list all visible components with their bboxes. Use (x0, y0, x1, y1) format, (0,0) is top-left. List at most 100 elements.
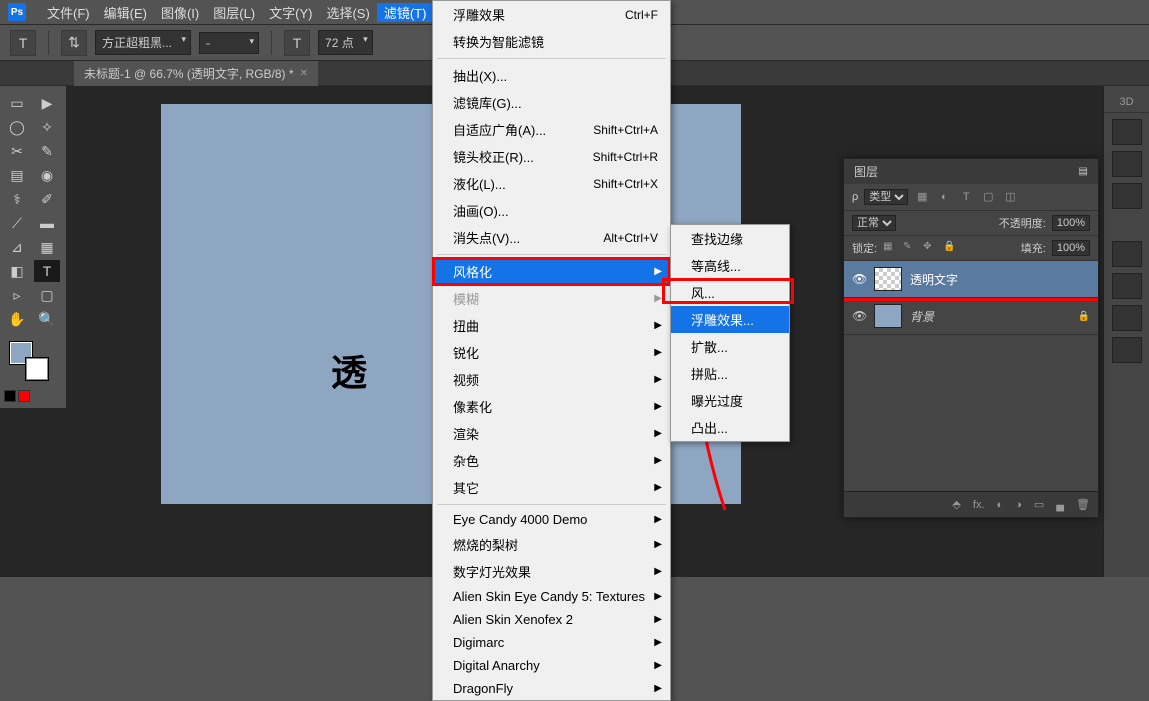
tool-8[interactable]: ⚕ (4, 188, 30, 210)
tool-4[interactable]: ✂ (4, 140, 30, 162)
submenu-item[interactable]: 凸出... (671, 414, 789, 441)
tool-7[interactable]: ◉ (34, 164, 60, 186)
submenu-item[interactable]: 拼贴... (671, 360, 789, 387)
menu-5[interactable]: 选择(S) (319, 3, 376, 22)
menu-item[interactable]: DragonFly▶ (433, 677, 670, 700)
mask-icon[interactable]: ◐ (997, 499, 1004, 511)
panel-icon[interactable] (1112, 183, 1142, 209)
menu-3[interactable]: 图层(L) (206, 3, 262, 22)
menu-item[interactable]: 液化(L)...Shift+Ctrl+X (433, 170, 670, 197)
adjustment-icon[interactable]: ◑ (1015, 499, 1022, 511)
lock-all-icon[interactable]: 🔒 (943, 241, 957, 255)
layer-thumbnail[interactable] (874, 267, 902, 291)
tool-17[interactable]: ▢ (34, 284, 60, 306)
menu-item[interactable]: Alien Skin Xenofex 2▶ (433, 608, 670, 631)
blend-mode-select[interactable]: 正常 (852, 215, 896, 231)
filter-pixel-icon[interactable]: ▦ (914, 189, 930, 205)
quick-mask-icon[interactable] (4, 390, 62, 402)
layer-kind-select[interactable]: 类型 (864, 189, 908, 205)
lock-paint-icon[interactable]: ✎ (903, 241, 917, 255)
font-size-select[interactable]: 72 点 (318, 30, 373, 55)
tool-0[interactable]: ▭ (4, 92, 30, 114)
filter-type-icon[interactable]: T (958, 189, 974, 205)
fill-value[interactable]: 100% (1052, 240, 1090, 256)
layer-item[interactable]: 👁透明文字 (844, 261, 1098, 298)
tool-9[interactable]: ✐ (34, 188, 60, 210)
filter-smart-icon[interactable]: ◫ (1002, 189, 1018, 205)
visibility-icon[interactable]: 👁 (852, 309, 866, 323)
orientation-icon[interactable]: ⇅ (61, 30, 87, 56)
tool-16[interactable]: ▹ (4, 284, 30, 306)
menu-item[interactable]: Digimarc▶ (433, 631, 670, 654)
menu-6[interactable]: 滤镜(T) (377, 3, 434, 22)
menu-item[interactable]: 抽出(X)... (433, 62, 670, 89)
submenu-item[interactable]: 查找边缘 (671, 225, 789, 252)
tool-3[interactable]: ✧ (34, 116, 60, 138)
menu-item[interactable]: 视频▶ (433, 366, 670, 393)
filter-shape-icon[interactable]: ▢ (980, 189, 996, 205)
panel-icon[interactable] (1112, 151, 1142, 177)
menu-item[interactable]: 风格化▶ (433, 258, 670, 285)
menu-2[interactable]: 图像(I) (154, 3, 206, 22)
menu-item[interactable]: 渲染▶ (433, 420, 670, 447)
menu-item[interactable]: 镜头校正(R)...Shift+Ctrl+R (433, 143, 670, 170)
menu-item[interactable]: Eye Candy 4000 Demo▶ (433, 508, 670, 531)
menu-item[interactable]: 燃烧的梨树▶ (433, 531, 670, 558)
menu-item[interactable]: 锐化▶ (433, 339, 670, 366)
submenu-item[interactable]: 风... (671, 279, 789, 306)
submenu-item[interactable]: 浮雕效果... (671, 306, 789, 333)
menu-item[interactable]: 扭曲▶ (433, 312, 670, 339)
menu-item[interactable]: 像素化▶ (433, 393, 670, 420)
menu-item[interactable]: Digital Anarchy▶ (433, 654, 670, 677)
opacity-value[interactable]: 100% (1052, 215, 1090, 231)
lock-position-icon[interactable]: ✥ (923, 241, 937, 255)
filter-adjust-icon[interactable]: ◐ (936, 189, 952, 205)
menu-item[interactable]: 浮雕效果Ctrl+F (433, 1, 670, 28)
panel-icon[interactable] (1112, 273, 1142, 299)
delete-layer-icon[interactable]: 🗑 (1076, 498, 1090, 511)
panel-icon[interactable] (1112, 337, 1142, 363)
new-layer-icon[interactable]: ▄ (1056, 499, 1064, 511)
tool-5[interactable]: ✎ (34, 140, 60, 162)
tab-3d[interactable]: 3D (1104, 92, 1149, 113)
menu-item[interactable]: 转换为智能滤镜 (433, 28, 670, 55)
tool-2[interactable]: ◯ (4, 116, 30, 138)
tool-12[interactable]: ⊿ (4, 236, 30, 258)
tool-11[interactable]: ▬ (34, 212, 60, 234)
lock-transparency-icon[interactable]: ▦ (883, 241, 897, 255)
menu-1[interactable]: 编辑(E) (97, 3, 154, 22)
menu-item[interactable]: 其它▶ (433, 474, 670, 501)
group-icon[interactable]: ▭ (1034, 498, 1044, 511)
font-family-select[interactable]: 方正超粗黑... (95, 30, 191, 55)
menu-item[interactable]: 杂色▶ (433, 447, 670, 474)
tool-preset-icon[interactable]: T (10, 30, 36, 56)
menu-item[interactable]: 油画(O)... (433, 197, 670, 224)
link-layers-icon[interactable]: ⬘ (952, 498, 960, 511)
menu-0[interactable]: 文件(F) (40, 3, 97, 22)
tool-6[interactable]: ▤ (4, 164, 30, 186)
submenu-item[interactable]: 等高线... (671, 252, 789, 279)
tool-15[interactable]: T (34, 260, 60, 282)
font-style-select[interactable]: - (199, 32, 259, 54)
document-tab[interactable]: 未标题-1 @ 66.7% (透明文字, RGB/8) * ✕ (74, 61, 318, 86)
panel-icon[interactable] (1112, 241, 1142, 267)
panel-menu-icon[interactable]: ▤ (1079, 166, 1088, 177)
close-tab-icon[interactable]: ✕ (300, 68, 308, 79)
menu-item[interactable]: 消失点(V)...Alt+Ctrl+V (433, 224, 670, 251)
menu-item[interactable]: 自适应广角(A)...Shift+Ctrl+A (433, 116, 670, 143)
tool-1[interactable]: ▶ (34, 92, 60, 114)
menu-item[interactable]: Alien Skin Eye Candy 5: Textures▶ (433, 585, 670, 608)
panel-icon[interactable] (1112, 305, 1142, 331)
submenu-item[interactable]: 扩散... (671, 333, 789, 360)
layer-item[interactable]: 👁背景🔒 (844, 298, 1098, 335)
menu-item[interactable]: 数字灯光效果▶ (433, 558, 670, 585)
tool-10[interactable]: ⟋ (4, 212, 30, 234)
submenu-item[interactable]: 曝光过度 (671, 387, 789, 414)
layer-thumbnail[interactable] (874, 304, 902, 328)
tool-13[interactable]: ▦ (34, 236, 60, 258)
tool-14[interactable]: ◧ (4, 260, 30, 282)
background-swatch[interactable] (26, 358, 48, 380)
panel-icon[interactable] (1112, 119, 1142, 145)
menu-4[interactable]: 文字(Y) (262, 3, 319, 22)
menu-item[interactable]: 滤镜库(G)... (433, 89, 670, 116)
